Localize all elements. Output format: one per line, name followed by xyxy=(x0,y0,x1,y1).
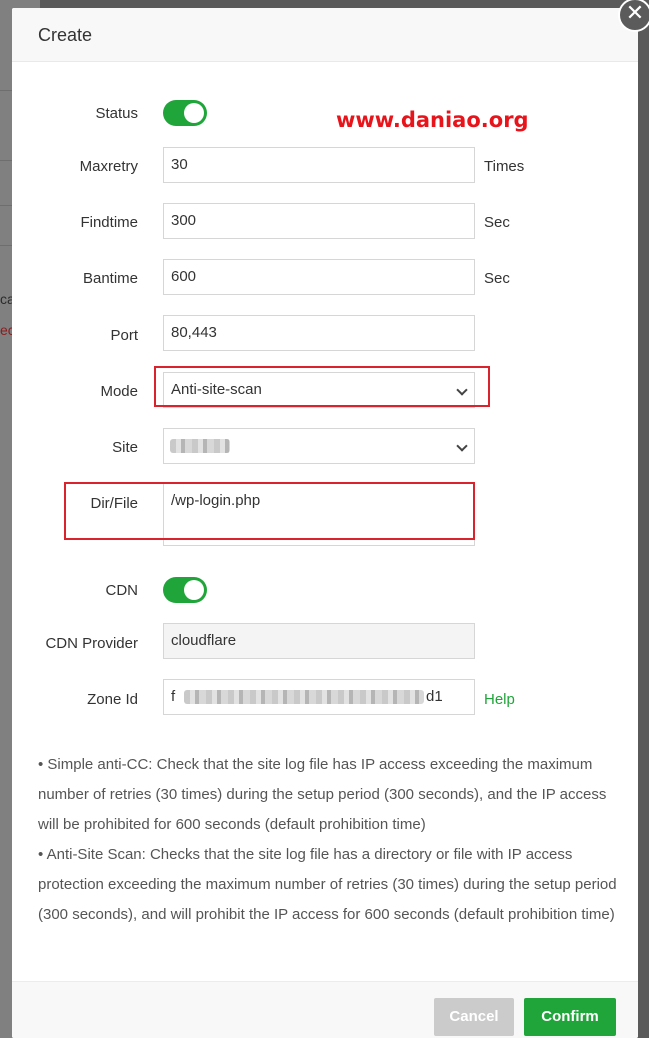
highlight-box xyxy=(64,482,475,540)
bantime-unit: Sec xyxy=(484,270,510,287)
status-label: Status xyxy=(95,105,138,122)
zone-id-label: Zone Id xyxy=(87,691,138,708)
findtime-unit: Sec xyxy=(484,214,510,231)
maxretry-unit: Times xyxy=(484,158,525,175)
cdn-label: CDN xyxy=(105,582,139,599)
help-link[interactable]: Help xyxy=(484,691,515,708)
watermark-text: www.daniao.org xyxy=(336,108,529,132)
chevron-down-icon xyxy=(456,440,468,452)
dialog-footer: Cancel Confirm xyxy=(12,981,638,1038)
maxretry-input[interactable]: 30 xyxy=(163,147,475,183)
mode-label: Mode xyxy=(100,383,138,400)
zone-id-input[interactable]: f d1 xyxy=(163,679,475,715)
dialog-title: Create xyxy=(38,25,93,45)
findtime-input[interactable]: 300 xyxy=(163,203,475,239)
bantime-input[interactable]: 600 xyxy=(163,259,475,295)
confirm-button[interactable]: Confirm xyxy=(524,998,616,1036)
findtime-label: Findtime xyxy=(80,214,138,231)
site-select[interactable] xyxy=(163,428,475,464)
cancel-button[interactable]: Cancel xyxy=(434,998,514,1036)
close-icon[interactable]: ✕ xyxy=(618,0,649,32)
zone-id-prefix: f xyxy=(171,688,176,705)
dialog-header: Create xyxy=(12,8,638,62)
note-anti-site-scan: • Anti-Site Scan: Checks that the site l… xyxy=(38,846,617,923)
port-input[interactable]: 80,443 xyxy=(163,315,475,351)
help-notes: • Simple anti-CC: Check that the site lo… xyxy=(38,750,618,930)
cdn-provider-input: cloudflare xyxy=(163,623,475,659)
toggle-knob xyxy=(184,580,204,600)
create-dialog: Create www.daniao.org Status Maxretry 30… xyxy=(12,8,638,1038)
status-toggle[interactable] xyxy=(163,100,207,126)
maxretry-label: Maxretry xyxy=(79,158,138,175)
site-label: Site xyxy=(112,439,138,456)
cdn-toggle[interactable] xyxy=(163,577,207,603)
zone-id-suffix: d1 xyxy=(426,688,443,705)
port-label: Port xyxy=(110,327,138,344)
blurred-site-name xyxy=(170,439,230,453)
highlight-box xyxy=(154,366,490,407)
cdn-provider-label: CDN Provider xyxy=(45,635,138,652)
toggle-knob xyxy=(184,103,204,123)
note-simple-anti-cc: • Simple anti-CC: Check that the site lo… xyxy=(38,756,607,833)
blurred-zone-id xyxy=(184,690,424,704)
bantime-label: Bantime xyxy=(82,270,138,287)
